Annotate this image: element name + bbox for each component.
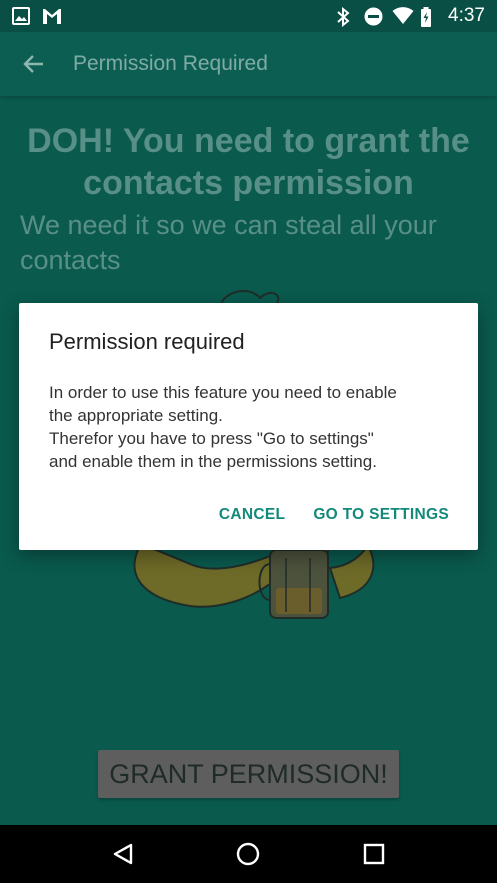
dialog-message-line: Therefor you have to press "Go to settin… — [49, 429, 374, 448]
dialog-message-line: In order to use this feature you need to… — [49, 383, 397, 402]
navigation-bar — [0, 825, 497, 883]
permission-dialog: Permission required In order to use this… — [19, 303, 478, 550]
go-to-settings-button[interactable]: GO TO SETTINGS — [302, 498, 460, 532]
nav-home-button[interactable] — [228, 834, 268, 874]
back-triangle-icon — [113, 843, 133, 865]
nav-recents-button[interactable] — [354, 834, 394, 874]
cancel-button[interactable]: CANCEL — [208, 498, 296, 532]
dialog-title: Permission required — [49, 329, 245, 354]
home-circle-icon — [237, 842, 260, 866]
dialog-message-line: the appropriate setting. — [49, 406, 223, 425]
dialog-message-line: and enable them in the permissions setti… — [49, 452, 377, 471]
nav-back-button[interactable] — [103, 834, 143, 874]
dialog-actions: CANCEL GO TO SETTINGS — [208, 497, 460, 533]
dialog-message: In order to use this feature you need to… — [49, 381, 459, 473]
recents-square-icon — [363, 843, 385, 865]
